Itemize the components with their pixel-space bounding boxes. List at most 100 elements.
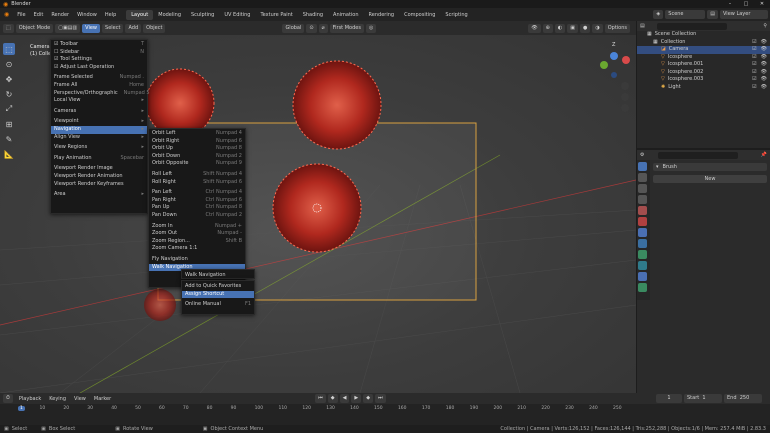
scene-icon[interactable]: ◈ [653,10,664,19]
workspace-tab-layout[interactable]: Layout [126,9,154,20]
view-menu-item-area[interactable]: Area ▸ [51,191,147,199]
view-menu-item-adjust-last-operation[interactable]: ☑ Adjust Last Operation [51,64,147,72]
timeline-ruler[interactable]: 1 10 20 30 40 50 60 70 80 90 100 110 120 130 140 150 160… [0,393,770,425]
menu-window[interactable]: Window [73,10,101,20]
mode-selector[interactable]: Object Mode [15,23,54,33]
nav-menu-item-orbit-right[interactable]: Orbit Right Numpad 6 [149,138,245,146]
workspace-tab-scripting[interactable]: Scripting [440,10,472,20]
cursor-icon[interactable]: ⊙ [3,58,15,70]
exclude-checkbox-icon[interactable]: ☑ [752,61,756,69]
nav-menu-item-orbit-left[interactable]: Orbit Left Numpad 4 [149,130,245,138]
view-menu-item-play-animation[interactable]: Play Animation Spacebar [51,155,147,163]
close-icon[interactable]: ✕ [754,1,770,7]
visibility-eye-icon[interactable]: 👁 [761,69,767,77]
visibility-eye-icon[interactable]: 👁 [761,61,767,69]
select-mode-icons[interactable]: ▢▣▤▥ [55,23,81,33]
nav-menu-item-pan-up[interactable]: Pan Up Ctrl Numpad 8 [149,204,245,212]
header-menu-select[interactable]: Select [102,23,124,33]
header-menu-view[interactable]: View [82,23,101,33]
nav-menu-item-zoom-camera-1-1[interactable]: Zoom Camera 1:1 [149,245,245,253]
menu-help[interactable]: Help [101,10,120,20]
new-brush-button[interactable]: New [653,175,767,183]
nav-menu-item-orbit-up[interactable]: Orbit Up Numpad 8 [149,145,245,153]
exclude-checkbox-icon[interactable]: ☑ [752,84,756,92]
visibility-eye-icon[interactable]: 👁 [761,84,767,92]
exclude-checkbox-icon[interactable]: ☑ [752,76,756,84]
workspace-tab-animation[interactable]: Animation [328,10,364,20]
move-icon[interactable]: ✥ [3,73,15,85]
data-tab-icon[interactable] [638,283,647,292]
physics-tab-icon[interactable] [638,261,647,270]
overlay-icon[interactable]: ◐ [554,23,566,33]
transform-orientation[interactable]: Global [282,23,305,33]
nav-menu-item-fly-navigation[interactable]: Fly Navigation [149,256,245,264]
rotate-icon[interactable]: ↻ [3,88,15,100]
measure-icon[interactable]: 📐 [3,148,15,160]
blender-menu-icon[interactable]: ◉ [0,11,13,18]
outliner-item-icosphere[interactable]: ▽ Icosphere ☑ 👁 [637,54,770,62]
gizmo-icon[interactable]: ⊕ [542,23,553,33]
view-menu-item-viewport-render-keyframes[interactable]: Viewport Render Keyframes [51,181,147,189]
workspace-tab-compositing[interactable]: Compositing [399,10,440,20]
outliner-item-icosphere-002[interactable]: ▽ Icosphere.002 ☑ 👁 [637,69,770,77]
view-menu-item-view-regions[interactable]: View Regions ▸ [51,144,147,152]
view-menu-item-cameras[interactable]: Cameras ▸ [51,108,147,116]
pin-icon[interactable]: 📌 [761,152,767,158]
snap-icon[interactable]: ⌀ [318,23,328,33]
menu-edit[interactable]: Edit [30,10,48,20]
exclude-checkbox-icon[interactable]: ☑ [752,54,756,62]
menu-render[interactable]: Render [47,10,73,20]
nav-menu-item-pan-down[interactable]: Pan Down Ctrl Numpad 2 [149,212,245,220]
view-menu-item-viewport-render-animation[interactable]: Viewport Render Animation [51,173,147,181]
outliner-item-collection[interactable]: ▦ Collection ☑ 👁 [637,39,770,47]
view-menu-item-sidebar[interactable]: ☐ Sidebar N [51,49,147,57]
render-tab-icon[interactable] [638,173,647,182]
context-menu-item-online-manual[interactable]: Online Manual F1 [182,301,254,309]
header-menu-object[interactable]: Object [143,23,166,33]
view-menu-item-frame-selected[interactable]: Frame Selected Numpad . [51,74,147,82]
xray-icon[interactable]: ▣ [567,23,578,33]
nav-menu-item-zoom-in[interactable]: Zoom In Numpad + [149,223,245,231]
annotate-icon[interactable]: ✎ [3,133,15,145]
outliner-item-icosphere-001[interactable]: ▽ Icosphere.001 ☑ 👁 [637,61,770,69]
visibility-eye-icon[interactable]: 👁 [761,39,767,47]
workspace-tab-rendering[interactable]: Rendering [364,10,400,20]
view-menu-item-viewport-render-image[interactable]: Viewport Render Image [51,165,147,173]
view-menu-item-perspective-orthographic[interactable]: Perspective/Orthographic Numpad 5 [51,90,150,98]
minimize-icon[interactable]: – [722,1,738,7]
view-layer-icon[interactable]: ▤ [707,10,718,19]
context-menu-item-assign-shortcut[interactable]: Assign Shortcut [182,290,254,299]
context-menu-item-add-to-quick-favorites[interactable]: Add to Quick Favorites [182,283,254,291]
nav-menu-item-pan-right[interactable]: Pan Right Ctrl Numpad 6 [149,197,245,205]
view-menu-item-align-view[interactable]: Align View ▸ [51,134,147,142]
view-menu-item-viewpoint[interactable]: Viewpoint ▸ [51,118,147,126]
scene-selector[interactable]: Scene [665,10,706,19]
view-menu-item-local-view[interactable]: Local View ▸ [51,97,147,105]
world-tab-icon[interactable] [638,217,647,226]
view-layer-selector[interactable]: View Layer [720,10,768,19]
view-menu-item-toolbar[interactable]: ☑ Toolbar T [51,41,147,49]
scale-icon[interactable]: ⤢ [3,103,15,115]
shading-solid-icon[interactable]: ● [579,23,591,33]
nav-menu-item-zoom-region[interactable]: Zoom Region... Shift B [149,238,245,246]
properties-type-icon[interactable]: ⚙ [640,152,644,158]
visibility-eye-icon[interactable]: 👁 [761,46,767,54]
tool-tab-icon[interactable] [638,162,647,171]
nav-menu-item-roll-right[interactable]: Roll Right Shift Numpad 6 [149,179,245,187]
menu-file[interactable]: File [13,10,29,20]
exclude-checkbox-icon[interactable]: ☑ [752,46,756,54]
workspace-tab-uv-editing[interactable]: UV Editing [219,10,255,20]
nav-menu-item-orbit-opposite[interactable]: Orbit Opposite Numpad 9 [149,160,245,168]
outliner-search-input[interactable] [656,22,727,30]
workspace-tab-shading[interactable]: Shading [298,10,328,20]
pivot-icon[interactable]: ⊙ [306,23,317,33]
nav-menu-item-roll-left[interactable]: Roll Left Shift Numpad 4 [149,171,245,179]
filter-icon[interactable]: ⚲ [763,23,767,29]
properties-search-input[interactable] [658,151,739,159]
workspace-tab-sculpting[interactable]: Sculpting [186,10,219,20]
particles-tab-icon[interactable] [638,250,647,259]
workspace-tab-texture-paint[interactable]: Texture Paint [255,10,297,20]
nav-menu-item-zoom-out[interactable]: Zoom Out Numpad - [149,230,245,238]
options-button[interactable]: Options [604,23,630,33]
outliner-item-light[interactable]: ✺ Light ☑ 👁 [637,84,770,92]
